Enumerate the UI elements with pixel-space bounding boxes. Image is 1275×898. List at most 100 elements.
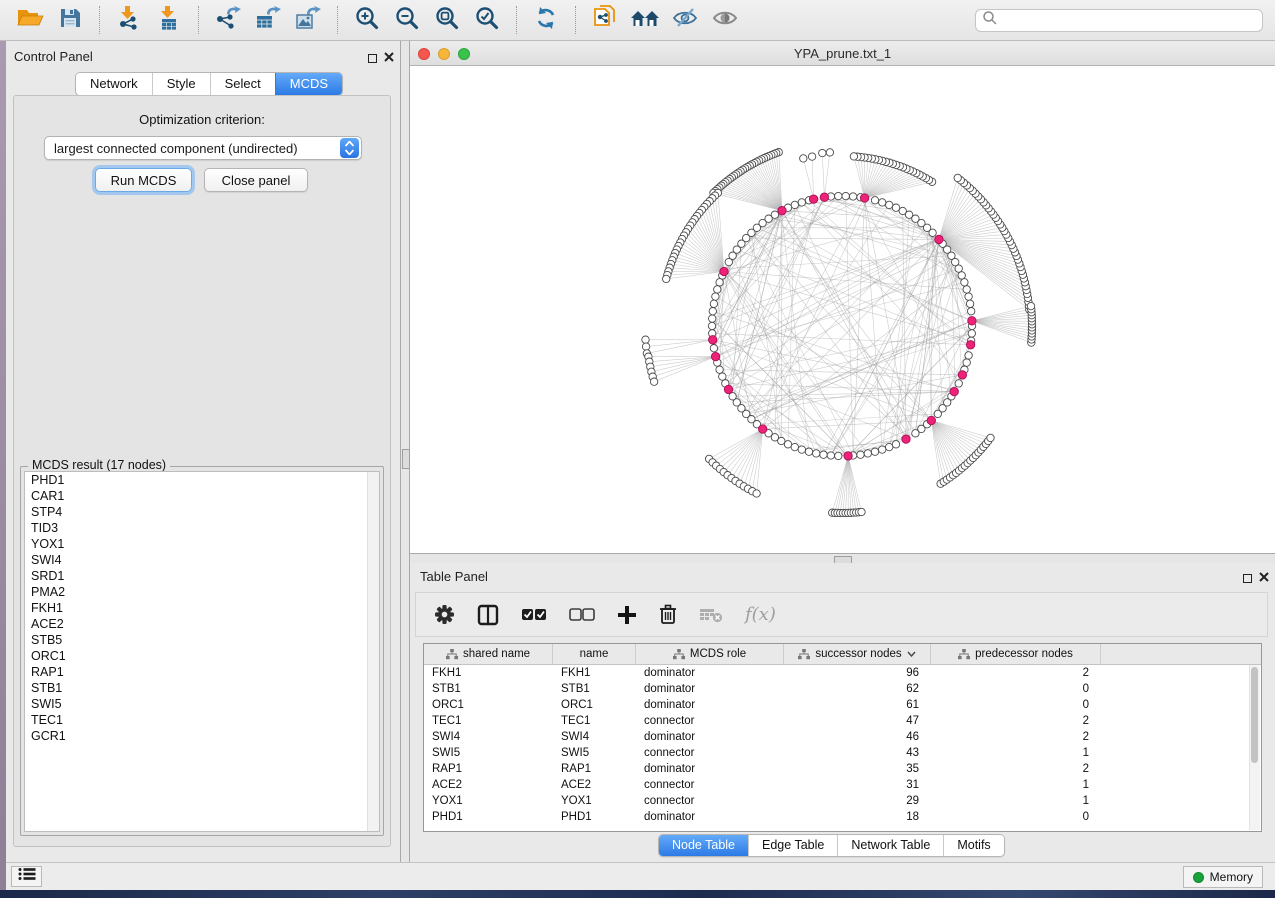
settings-icon[interactable] xyxy=(434,604,455,625)
mcds-result-item[interactable]: PMA2 xyxy=(25,584,379,600)
optimization-criterion-label: Optimization criterion: xyxy=(14,112,390,127)
show-all-button[interactable] xyxy=(705,3,745,37)
toolbar-separator xyxy=(575,6,576,34)
zoom-in-icon xyxy=(355,6,379,35)
mcds-result-item[interactable]: PHD1 xyxy=(25,472,379,488)
import-network-button[interactable] xyxy=(109,3,149,37)
memory-status-icon xyxy=(1193,872,1204,883)
mcds-list-scrollbar[interactable] xyxy=(367,472,379,831)
zoom-selected-button[interactable] xyxy=(467,3,507,37)
zoom-out-button[interactable] xyxy=(387,3,427,37)
zoom-in-button[interactable] xyxy=(347,3,387,37)
tab-network-table[interactable]: Network Table xyxy=(837,835,943,856)
clone-network-button[interactable] xyxy=(585,3,625,37)
close-panel-icon[interactable] xyxy=(1259,569,1269,587)
mcds-tab-panel: Optimization criterion: largest connecte… xyxy=(13,95,391,847)
tab-style[interactable]: Style xyxy=(152,73,210,95)
horizontal-split-divider[interactable] xyxy=(410,553,1275,563)
table-row[interactable]: FKH1FKH1dominator962 xyxy=(424,665,1261,681)
task-history-button[interactable] xyxy=(11,866,42,887)
select-all-icon[interactable] xyxy=(521,608,547,621)
column-layout-icon[interactable] xyxy=(477,604,499,626)
mcds-result-item[interactable]: ORC1 xyxy=(25,648,379,664)
hide-selected-button[interactable] xyxy=(665,3,705,37)
column-header[interactable]: MCDS role xyxy=(636,644,784,664)
add-column-icon[interactable] xyxy=(617,605,637,625)
first-neighbors-icon xyxy=(630,7,660,34)
table-cell: connector xyxy=(636,715,784,727)
split-divider-handle[interactable] xyxy=(402,449,410,469)
table-row[interactable]: PHD1PHD1dominator180 xyxy=(424,809,1261,825)
deselect-all-icon[interactable] xyxy=(569,608,595,621)
mcds-result-item[interactable]: STP4 xyxy=(25,504,379,520)
float-panel-icon[interactable] xyxy=(368,54,377,63)
tab-edge-table[interactable]: Edge Table xyxy=(748,835,837,856)
table-row[interactable]: STB1STB1dominator620 xyxy=(424,681,1261,697)
mcds-result-list[interactable]: PHD1CAR1STP4TID3YOX1SWI4SRD1PMA2FKH1ACE2… xyxy=(24,471,380,832)
table-body: FKH1FKH1dominator962STB1STB1dominator620… xyxy=(424,665,1261,825)
export-network-button[interactable] xyxy=(208,3,248,37)
mcds-result-item[interactable]: STB1 xyxy=(25,680,379,696)
search-input[interactable] xyxy=(998,13,1262,29)
refresh-button[interactable] xyxy=(526,3,566,37)
table-row[interactable]: YOX1YOX1connector291 xyxy=(424,793,1261,809)
float-panel-icon[interactable] xyxy=(1243,574,1252,583)
network-canvas[interactable] xyxy=(410,66,1275,553)
open-session-button[interactable] xyxy=(10,3,50,37)
mcds-result-item[interactable]: CAR1 xyxy=(25,488,379,504)
main-toolbar xyxy=(0,0,1275,41)
mcds-result-item[interactable]: FKH1 xyxy=(25,600,379,616)
mcds-result-item[interactable]: TID3 xyxy=(25,520,379,536)
run-mcds-button[interactable]: Run MCDS xyxy=(95,168,192,192)
zoom-fit-icon xyxy=(435,6,459,35)
export-table-button[interactable] xyxy=(248,3,288,37)
close-panel-icon[interactable] xyxy=(384,49,394,67)
network-search-box[interactable] xyxy=(975,9,1263,32)
close-panel-button[interactable]: Close panel xyxy=(204,168,308,192)
table-row[interactable]: SWI5SWI5connector431 xyxy=(424,745,1261,761)
table-scrollbar[interactable] xyxy=(1249,665,1260,830)
column-header[interactable]: successor nodes xyxy=(784,644,931,664)
control-panel-tabs: Network Style Select MCDS xyxy=(75,72,343,96)
import-table-button[interactable] xyxy=(149,3,189,37)
mcds-result-item[interactable]: RAP1 xyxy=(25,664,379,680)
table-row[interactable]: ACE2ACE2connector311 xyxy=(424,777,1261,793)
table-row[interactable]: RAP1RAP1dominator352 xyxy=(424,761,1261,777)
hide-eye-icon xyxy=(672,7,698,34)
node-table[interactable]: shared namenameMCDS rolesuccessor nodesp… xyxy=(423,643,1262,832)
mcds-result-item[interactable]: ACE2 xyxy=(25,616,379,632)
tab-node-table[interactable]: Node Table xyxy=(659,835,748,856)
memory-button[interactable]: Memory xyxy=(1183,866,1263,888)
network-window-titlebar[interactable]: YPA_prune.txt_1 xyxy=(410,41,1275,66)
zoom-fit-button[interactable] xyxy=(427,3,467,37)
network-graph[interactable] xyxy=(410,66,1275,553)
tab-mcds[interactable]: MCDS xyxy=(275,73,342,95)
toolbar-separator xyxy=(516,6,517,34)
mcds-result-item[interactable]: SWI5 xyxy=(25,696,379,712)
optimization-criterion-select[interactable]: largest connected component (undirected) xyxy=(44,136,362,160)
tab-network[interactable]: Network xyxy=(76,73,152,95)
delete-column-icon[interactable] xyxy=(659,604,677,625)
mcds-result-item[interactable]: SRD1 xyxy=(25,568,379,584)
table-row[interactable]: ORC1ORC1dominator610 xyxy=(424,697,1261,713)
network-window-title: YPA_prune.txt_1 xyxy=(410,46,1275,61)
table-cell: 1 xyxy=(931,747,1101,759)
column-header[interactable]: shared name xyxy=(424,644,553,664)
mcds-result-item[interactable]: YOX1 xyxy=(25,536,379,552)
first-neighbors-button[interactable] xyxy=(625,3,665,37)
export-image-button[interactable] xyxy=(288,3,328,37)
tab-select[interactable]: Select xyxy=(210,73,275,95)
table-scrollbar-thumb[interactable] xyxy=(1251,667,1258,763)
column-header[interactable]: predecessor nodes xyxy=(931,644,1101,664)
tab-motifs[interactable]: Motifs xyxy=(943,835,1003,856)
mcds-result-item[interactable]: SWI4 xyxy=(25,552,379,568)
mcds-result-item[interactable]: GCR1 xyxy=(25,728,379,744)
table-row[interactable]: TEC1TEC1connector472 xyxy=(424,713,1261,729)
mcds-result-item[interactable]: TEC1 xyxy=(25,712,379,728)
table-panel: Table Panel f(x) shared namenameMCDS rol… xyxy=(410,563,1275,862)
vertical-split-divider[interactable] xyxy=(400,41,410,862)
table-row[interactable]: SWI4SWI4dominator462 xyxy=(424,729,1261,745)
column-header[interactable]: name xyxy=(553,644,636,664)
save-session-button[interactable] xyxy=(50,3,90,37)
mcds-result-item[interactable]: STB5 xyxy=(25,632,379,648)
